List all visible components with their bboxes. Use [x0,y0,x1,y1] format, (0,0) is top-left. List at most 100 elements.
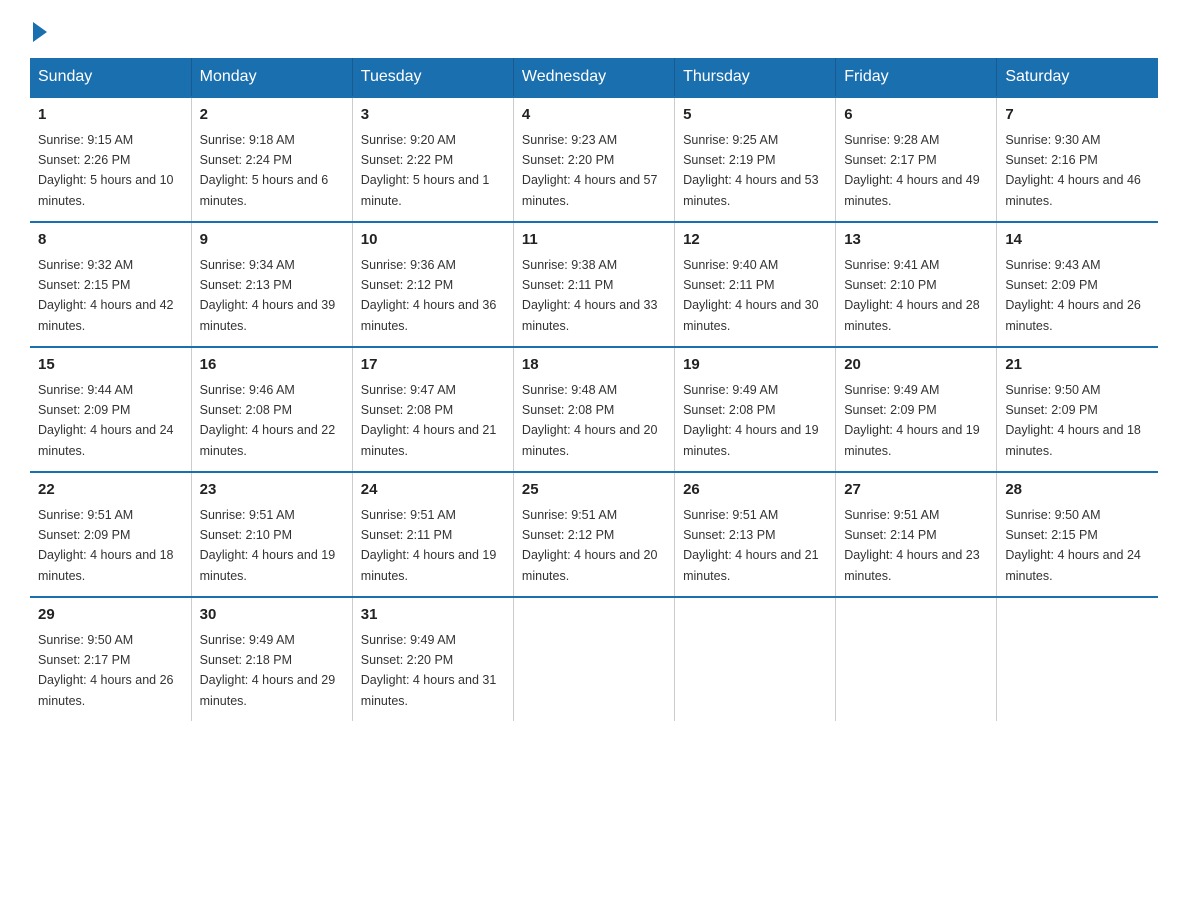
calendar-cell: 22 Sunrise: 9:51 AMSunset: 2:09 PMDayligh… [30,472,191,597]
calendar-cell: 17 Sunrise: 9:47 AMSunset: 2:08 PMDayligh… [352,347,513,472]
day-number: 26 [683,479,827,502]
week-row-4: 22 Sunrise: 9:51 AMSunset: 2:09 PMDayligh… [30,472,1158,597]
page-header [30,20,1158,38]
calendar-cell: 29 Sunrise: 9:50 AMSunset: 2:17 PMDayligh… [30,597,191,721]
day-number: 25 [522,479,666,502]
cell-info: Sunrise: 9:49 AMSunset: 2:18 PMDaylight:… [200,633,336,708]
calendar-cell: 16Sunrise: 9:46 AMSunset: 2:08 PMDayligh… [191,347,352,472]
calendar-cell [836,597,997,721]
cell-info: Sunrise: 9:49 AMSunset: 2:08 PMDaylight:… [683,383,819,458]
day-header-tuesday: Tuesday [352,58,513,97]
calendar-cell: 26 Sunrise: 9:51 AMSunset: 2:13 PMDayligh… [675,472,836,597]
day-number: 11 [522,229,666,252]
calendar-cell: 6 Sunrise: 9:28 AMSunset: 2:17 PMDaylight… [836,97,997,222]
calendar-cell: 4Sunrise: 9:23 AMSunset: 2:20 PMDaylight… [513,97,674,222]
calendar-cell: 1Sunrise: 9:15 AMSunset: 2:26 PMDaylight… [30,97,191,222]
cell-info: Sunrise: 9:49 AMSunset: 2:20 PMDaylight:… [361,633,497,708]
day-number: 15 [38,354,183,377]
calendar-cell: 12 Sunrise: 9:40 AMSunset: 2:11 PMDayligh… [675,222,836,347]
calendar-cell: 14Sunrise: 9:43 AMSunset: 2:09 PMDayligh… [997,222,1158,347]
cell-info: Sunrise: 9:51 AMSunset: 2:13 PMDaylight:… [683,508,819,583]
calendar-cell: 30 Sunrise: 9:49 AMSunset: 2:18 PMDayligh… [191,597,352,721]
calendar-cell: 2 Sunrise: 9:18 AMSunset: 2:24 PMDaylight… [191,97,352,222]
calendar-cell: 18Sunrise: 9:48 AMSunset: 2:08 PMDayligh… [513,347,674,472]
calendar-cell: 24 Sunrise: 9:51 AMSunset: 2:11 PMDayligh… [352,472,513,597]
cell-info: Sunrise: 9:47 AMSunset: 2:08 PMDaylight:… [361,383,497,458]
cell-info: Sunrise: 9:36 AMSunset: 2:12 PMDaylight:… [361,258,497,333]
day-number: 3 [361,104,505,127]
calendar-cell [675,597,836,721]
calendar-cell [513,597,674,721]
day-number: 21 [1005,354,1150,377]
day-number: 20 [844,354,988,377]
day-number: 28 [1005,479,1150,502]
day-number: 8 [38,229,183,252]
cell-info: Sunrise: 9:51 AMSunset: 2:14 PMDaylight:… [844,508,980,583]
day-number: 13 [844,229,988,252]
cell-info: Sunrise: 9:28 AMSunset: 2:17 PMDaylight:… [844,133,980,208]
day-header-thursday: Thursday [675,58,836,97]
day-number: 18 [522,354,666,377]
calendar-cell: 9 Sunrise: 9:34 AMSunset: 2:13 PMDaylight… [191,222,352,347]
cell-info: Sunrise: 9:15 AMSunset: 2:26 PMDaylight:… [38,133,174,208]
day-number: 22 [38,479,183,502]
cell-info: Sunrise: 9:46 AMSunset: 2:08 PMDaylight:… [200,383,336,458]
day-number: 30 [200,604,344,627]
day-header-saturday: Saturday [997,58,1158,97]
cell-info: Sunrise: 9:51 AMSunset: 2:10 PMDaylight:… [200,508,336,583]
day-header-wednesday: Wednesday [513,58,674,97]
day-number: 9 [200,229,344,252]
cell-info: Sunrise: 9:49 AMSunset: 2:09 PMDaylight:… [844,383,980,458]
cell-info: Sunrise: 9:40 AMSunset: 2:11 PMDaylight:… [683,258,819,333]
week-row-1: 1Sunrise: 9:15 AMSunset: 2:26 PMDaylight… [30,97,1158,222]
day-number: 29 [38,604,183,627]
day-number: 6 [844,104,988,127]
calendar-cell: 11Sunrise: 9:38 AMSunset: 2:11 PMDayligh… [513,222,674,347]
day-header-sunday: Sunday [30,58,191,97]
calendar-cell [997,597,1158,721]
calendar-cell: 7 Sunrise: 9:30 AMSunset: 2:16 PMDaylight… [997,97,1158,222]
calendar-cell: 13 Sunrise: 9:41 AMSunset: 2:10 PMDayligh… [836,222,997,347]
calendar-cell: 10 Sunrise: 9:36 AMSunset: 2:12 PMDayligh… [352,222,513,347]
cell-info: Sunrise: 9:50 AMSunset: 2:15 PMDaylight:… [1005,508,1141,583]
cell-info: Sunrise: 9:44 AMSunset: 2:09 PMDaylight:… [38,383,174,458]
calendar-cell: 20 Sunrise: 9:49 AMSunset: 2:09 PMDayligh… [836,347,997,472]
cell-info: Sunrise: 9:41 AMSunset: 2:10 PMDaylight:… [844,258,980,333]
day-number: 2 [200,104,344,127]
day-number: 7 [1005,104,1150,127]
calendar-cell: 3 Sunrise: 9:20 AMSunset: 2:22 PMDaylight… [352,97,513,222]
day-number: 17 [361,354,505,377]
cell-info: Sunrise: 9:30 AMSunset: 2:16 PMDaylight:… [1005,133,1141,208]
calendar-cell: 8 Sunrise: 9:32 AMSunset: 2:15 PMDaylight… [30,222,191,347]
calendar-cell: 5Sunrise: 9:25 AMSunset: 2:19 PMDaylight… [675,97,836,222]
calendar-cell: 25 Sunrise: 9:51 AMSunset: 2:12 PMDayligh… [513,472,674,597]
logo-triangle-icon [33,22,47,42]
cell-info: Sunrise: 9:34 AMSunset: 2:13 PMDaylight:… [200,258,336,333]
calendar-cell: 23Sunrise: 9:51 AMSunset: 2:10 PMDayligh… [191,472,352,597]
calendar-cell: 15 Sunrise: 9:44 AMSunset: 2:09 PMDayligh… [30,347,191,472]
day-number: 31 [361,604,505,627]
calendar-cell: 21 Sunrise: 9:50 AMSunset: 2:09 PMDayligh… [997,347,1158,472]
week-row-3: 15 Sunrise: 9:44 AMSunset: 2:09 PMDayligh… [30,347,1158,472]
cell-info: Sunrise: 9:50 AMSunset: 2:17 PMDaylight:… [38,633,174,708]
day-header-friday: Friday [836,58,997,97]
day-number: 10 [361,229,505,252]
cell-info: Sunrise: 9:51 AMSunset: 2:12 PMDaylight:… [522,508,658,583]
week-row-2: 8 Sunrise: 9:32 AMSunset: 2:15 PMDaylight… [30,222,1158,347]
cell-info: Sunrise: 9:50 AMSunset: 2:09 PMDaylight:… [1005,383,1141,458]
day-number: 19 [683,354,827,377]
cell-info: Sunrise: 9:20 AMSunset: 2:22 PMDaylight:… [361,133,490,208]
calendar-cell: 27Sunrise: 9:51 AMSunset: 2:14 PMDayligh… [836,472,997,597]
day-number: 12 [683,229,827,252]
day-number: 5 [683,104,827,127]
days-header-row: SundayMondayTuesdayWednesdayThursdayFrid… [30,58,1158,97]
cell-info: Sunrise: 9:51 AMSunset: 2:09 PMDaylight:… [38,508,174,583]
calendar-cell: 31 Sunrise: 9:49 AMSunset: 2:20 PMDayligh… [352,597,513,721]
calendar-cell: 28 Sunrise: 9:50 AMSunset: 2:15 PMDayligh… [997,472,1158,597]
day-number: 24 [361,479,505,502]
cell-info: Sunrise: 9:32 AMSunset: 2:15 PMDaylight:… [38,258,174,333]
calendar-cell: 19 Sunrise: 9:49 AMSunset: 2:08 PMDayligh… [675,347,836,472]
cell-info: Sunrise: 9:51 AMSunset: 2:11 PMDaylight:… [361,508,497,583]
week-row-5: 29 Sunrise: 9:50 AMSunset: 2:17 PMDayligh… [30,597,1158,721]
cell-info: Sunrise: 9:18 AMSunset: 2:24 PMDaylight:… [200,133,329,208]
